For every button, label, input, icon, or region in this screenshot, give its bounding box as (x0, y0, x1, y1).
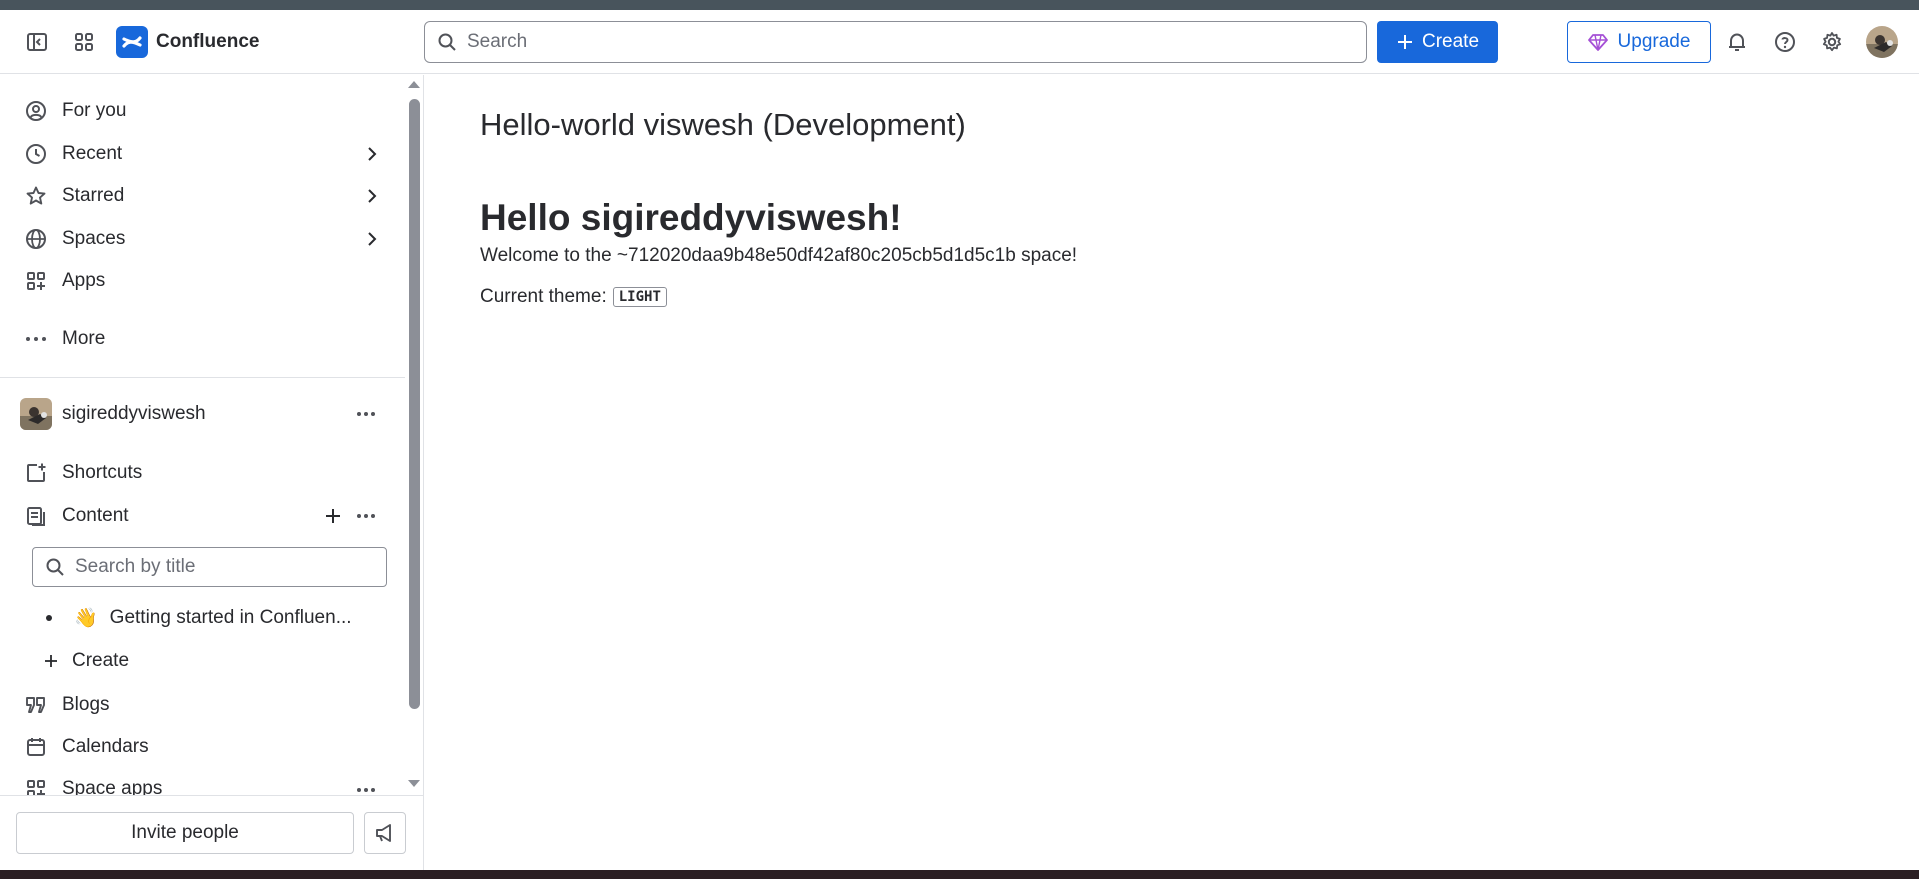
sidebar-item-label: For you (62, 100, 127, 121)
top-navigation: Confluence Search Create Upgrade (0, 10, 1919, 74)
page-tree-item-label: Getting started in Confluen... (109, 607, 352, 628)
sidebar-footer: Invite people (0, 795, 423, 870)
settings-button[interactable] (1812, 22, 1852, 62)
sidebar-item-more[interactable]: More (22, 320, 382, 358)
sidebar-item-calendars[interactable]: Calendars (22, 728, 382, 766)
sidebar-item-label: Spaces (62, 228, 126, 249)
chevron-right-icon[interactable] (362, 228, 382, 250)
sidebar-scrollbar[interactable] (404, 75, 422, 795)
quote-icon (22, 691, 50, 719)
globe-icon (22, 225, 50, 253)
sidebar-item-spaces[interactable]: Spaces (22, 220, 382, 258)
search-by-title-placeholder: Search by title (75, 556, 196, 577)
calendar-icon (22, 733, 50, 761)
search-icon (46, 558, 64, 576)
sidebar-item-blogs[interactable]: Blogs (22, 686, 382, 724)
content-icon (22, 502, 50, 530)
confluence-logo[interactable]: Confluence (116, 26, 259, 58)
notifications-button[interactable] (1717, 22, 1757, 62)
help-icon (1775, 32, 1795, 52)
chevron-right-icon[interactable] (362, 143, 382, 165)
gear-icon (1822, 32, 1842, 52)
sidebar-toggle-button[interactable] (17, 22, 57, 62)
apps-icon (22, 267, 50, 295)
main-content: Hello-world viswesh (Development) Hello … (425, 75, 1919, 870)
scroll-thumb[interactable] (409, 99, 420, 709)
sidebar-item-label: Recent (62, 143, 123, 164)
search-by-title-input[interactable]: Search by title (32, 547, 387, 587)
sidebar-item-label: Blogs (62, 694, 110, 715)
tree-create-label: Create (72, 650, 130, 671)
sidebar-item-label: Apps (62, 270, 106, 291)
add-content-icon[interactable] (324, 507, 342, 525)
sidebar-item-label: More (62, 328, 106, 349)
shortcut-icon (22, 459, 50, 487)
feedback-button[interactable] (364, 812, 406, 854)
more-icon (22, 325, 50, 353)
search-icon (438, 33, 456, 51)
star-icon (22, 182, 50, 210)
sidebar-item-label: Shortcuts (62, 462, 143, 483)
sidebar-item-starred[interactable]: Starred (22, 177, 382, 215)
plus-icon (1397, 35, 1412, 49)
upgrade-button[interactable]: Upgrade (1567, 21, 1711, 63)
space-apps-more-icon[interactable] (357, 788, 375, 792)
theme-badge: LIGHT (612, 287, 667, 307)
window-top-strip (0, 0, 1919, 10)
search-input[interactable]: Search (424, 21, 1367, 63)
page-heading: Hello sigireddyviswesh! (480, 197, 902, 238)
confluence-logo-icon (116, 26, 148, 58)
clock-icon (22, 140, 50, 168)
content-more-icon[interactable] (357, 514, 375, 518)
help-button[interactable] (1765, 22, 1805, 62)
theme-row: Current theme: LIGHT (480, 286, 667, 308)
plus-icon (45, 655, 57, 667)
space-header[interactable]: sigireddyviswesh (20, 397, 380, 431)
page-title: Hello-world viswesh (Development) (480, 107, 966, 142)
tree-create-button[interactable]: Create (42, 644, 129, 678)
welcome-text: Welcome to the ~712020daa9b48e50df42af80… (480, 245, 1078, 266)
sidebar-item-label: Content (62, 505, 129, 526)
gem-icon (1587, 34, 1608, 51)
bell-icon (1729, 33, 1745, 51)
megaphone-icon (376, 824, 391, 842)
sidebar-divider (0, 377, 405, 378)
search-placeholder: Search (467, 31, 528, 52)
person-circle-icon (22, 97, 50, 125)
sidebar-item-recent[interactable]: Recent (22, 135, 382, 173)
space-owner-name: sigireddyviswesh (62, 403, 206, 424)
page-tree-item[interactable]: 👋 Getting started in Confluen... (46, 601, 386, 635)
create-label: Create (1421, 31, 1480, 52)
app-switcher-icon (75, 33, 93, 51)
invite-label: Invite people (131, 822, 239, 843)
create-button[interactable]: Create (1377, 21, 1498, 63)
sidebar: For you Recent Starred Spaces Apps More … (0, 75, 424, 870)
sidebar-item-shortcuts[interactable]: Shortcuts (22, 454, 382, 492)
scroll-down-arrow-icon[interactable] (407, 779, 421, 789)
theme-label: Current theme: (480, 286, 607, 307)
sidebar-item-apps[interactable]: Apps (22, 262, 382, 300)
sidebar-item-label: Starred (62, 185, 125, 206)
sidebar-item-for-you[interactable]: For you (22, 92, 382, 130)
space-more-icon[interactable] (357, 412, 375, 416)
space-avatar (20, 398, 52, 430)
app-switcher-button[interactable] (64, 22, 104, 62)
app-name: Confluence (156, 31, 260, 52)
scroll-up-arrow-icon[interactable] (407, 79, 421, 89)
sidebar-item-label: Calendars (62, 736, 149, 757)
bullet-icon (46, 615, 52, 621)
profile-avatar[interactable] (1866, 26, 1898, 58)
invite-people-button[interactable]: Invite people (16, 812, 354, 854)
upgrade-label: Upgrade (1617, 31, 1691, 52)
wave-emoji-icon: 👋 (74, 608, 98, 629)
chevron-right-icon[interactable] (362, 185, 382, 207)
sidebar-toggle-icon (27, 33, 47, 51)
window-bottom-strip (0, 870, 1919, 879)
